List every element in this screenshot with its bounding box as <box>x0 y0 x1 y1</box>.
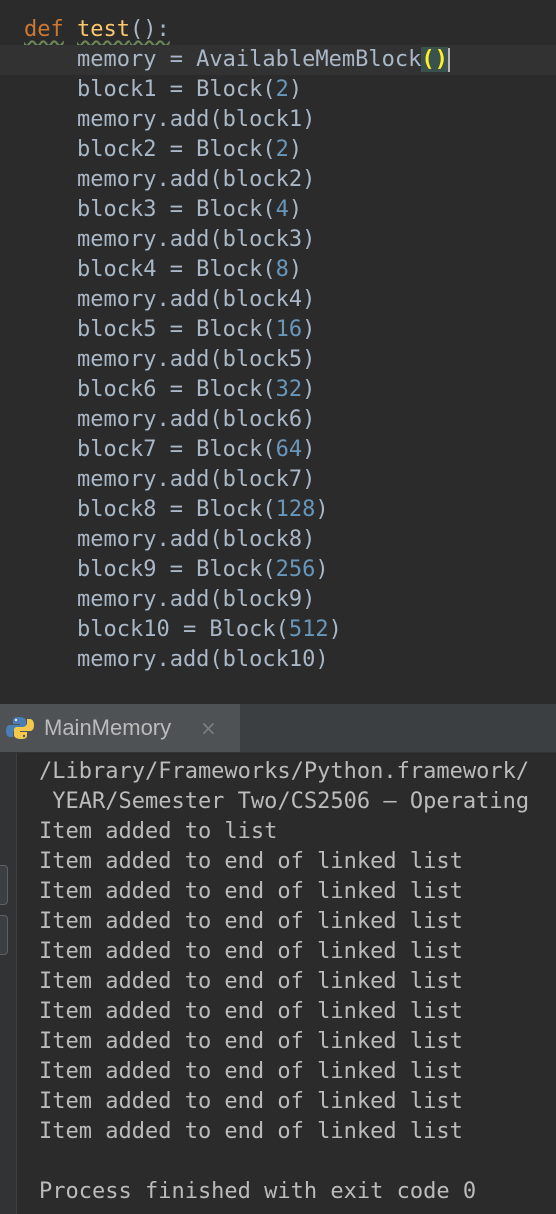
console-line: Item added to end of linked list <box>39 849 463 874</box>
code-text: block5 = Block( <box>24 317 276 342</box>
code-line: block8 = Block(128) <box>0 495 556 525</box>
def-keyword: def <box>24 17 64 42</box>
number-literal: 8 <box>275 257 289 282</box>
console-line: Item added to end of linked list <box>39 1119 463 1144</box>
number-literal: 512 <box>288 617 329 642</box>
code-line: memory.add(block7) <box>0 465 556 495</box>
code-text: block4 = Block( <box>24 257 276 282</box>
run-tabbar: MainMemory × <box>0 704 556 753</box>
matched-parens: () <box>421 47 448 72</box>
code-line: memory.add(block8) <box>0 525 556 555</box>
code-line: block1 = Block(2) <box>0 75 556 105</box>
code-text: ) <box>328 617 342 642</box>
run-panel: MainMemory × /Library/Frameworks/Python.… <box>0 704 556 1214</box>
console-line: Item added to end of linked list <box>39 1059 463 1084</box>
code-text: block8 = Block( <box>24 497 276 522</box>
gutter-toggle-button[interactable] <box>0 865 8 905</box>
code-line: block2 = Block(2) <box>0 135 556 165</box>
gutter-toggle-button[interactable] <box>0 915 8 955</box>
code-line: memory.add(block2) <box>0 165 556 195</box>
close-icon[interactable]: × <box>200 704 217 752</box>
code-line-def: def test(): <box>0 15 556 45</box>
code-line: memory.add(block1) <box>0 105 556 135</box>
code-text: ) <box>302 437 316 462</box>
tab-label: MainMemory <box>44 715 172 740</box>
number-literal: 64 <box>275 437 303 462</box>
console-line: Item added to end of linked list <box>39 909 463 934</box>
number-literal: 256 <box>275 557 316 582</box>
function-signature-tail: (): <box>129 17 170 42</box>
console-gutter <box>0 753 17 1214</box>
console-line: Item added to end of linked list <box>39 939 463 964</box>
code-text: block3 = Block( <box>24 197 276 222</box>
console-output[interactable]: /Library/Frameworks/Python.framework/ YE… <box>17 753 556 1214</box>
console-line: Item added to list <box>39 819 278 844</box>
code-line: memory.add(block4) <box>0 285 556 315</box>
code-line: block9 = Block(256) <box>0 555 556 585</box>
number-literal: 128 <box>275 497 316 522</box>
code-text: memory.add(block8) <box>24 527 316 552</box>
code-text: memory.add(block7) <box>24 467 316 492</box>
console-line: Item added to end of linked list <box>39 879 463 904</box>
code-text: memory.add(block10) <box>24 647 329 672</box>
code-text: block10 = Block( <box>24 617 289 642</box>
code-text: memory.add(block5) <box>24 347 316 372</box>
code-text: block2 = Block( <box>24 137 276 162</box>
code-text: block1 = Block( <box>24 77 276 102</box>
code-text: block7 = Block( <box>24 437 276 462</box>
code-line: block4 = Block(8) <box>0 255 556 285</box>
console-line: Item added to end of linked list <box>39 969 463 994</box>
code-text: ) <box>288 197 303 222</box>
number-literal: 2 <box>275 77 289 102</box>
console-line: Item added to end of linked list <box>39 1029 463 1054</box>
code-text: block9 = Block( <box>24 557 276 582</box>
code-line: block6 = Block(32) <box>0 375 556 405</box>
code-text: ) <box>302 317 316 342</box>
code-text: memory.add(block6) <box>24 407 316 432</box>
console-line: Item added to end of linked list <box>39 999 463 1024</box>
console-line: YEAR/Semester Two/CS2506 – Operating <box>39 789 530 814</box>
code-line-memory[interactable]: memory = AvailableMemBlock() <box>0 45 556 75</box>
number-literal: 32 <box>275 377 303 402</box>
code-line: memory.add(block10) <box>0 645 556 675</box>
memory-assignment: memory = AvailableMemBlock <box>24 47 422 72</box>
code-line: block5 = Block(16) <box>0 315 556 345</box>
code-text: memory.add(block2) <box>24 167 316 192</box>
code-text: memory.add(block3) <box>24 227 316 252</box>
code-line: block10 = Block(512) <box>0 615 556 645</box>
code-text: block6 = Block( <box>24 377 276 402</box>
code-text: memory.add(block9) <box>24 587 316 612</box>
code-editor[interactable]: def test(): memory = AvailableMemBlock()… <box>0 0 556 704</box>
code-text: memory.add(block1) <box>24 107 316 132</box>
code-text: ) <box>302 377 316 402</box>
code-text: ) <box>315 557 329 582</box>
code-text: memory.add(block4) <box>24 287 316 312</box>
code-line: memory.add(block5) <box>0 345 556 375</box>
tab-mainmemory[interactable]: MainMemory × <box>0 704 240 752</box>
text-caret <box>447 48 450 72</box>
code-line: memory.add(block3) <box>0 225 556 255</box>
code-text: ) <box>315 497 329 522</box>
console-line: Item added to end of linked list <box>39 1089 463 1114</box>
python-icon <box>6 717 34 739</box>
number-literal: 4 <box>275 197 289 222</box>
code-text: ) <box>288 257 303 282</box>
code-text: ) <box>288 77 303 102</box>
code-line: block7 = Block(64) <box>0 435 556 465</box>
function-name: test <box>77 17 130 42</box>
code-line: block3 = Block(4) <box>0 195 556 225</box>
number-literal: 16 <box>275 317 303 342</box>
code-text: ) <box>288 137 303 162</box>
console-line: Process finished with exit code 0 <box>39 1179 477 1204</box>
code-line: memory.add(block6) <box>0 405 556 435</box>
code-line: memory.add(block9) <box>0 585 556 615</box>
console-line: /Library/Frameworks/Python.framework/ <box>39 759 530 784</box>
number-literal: 2 <box>275 137 289 162</box>
